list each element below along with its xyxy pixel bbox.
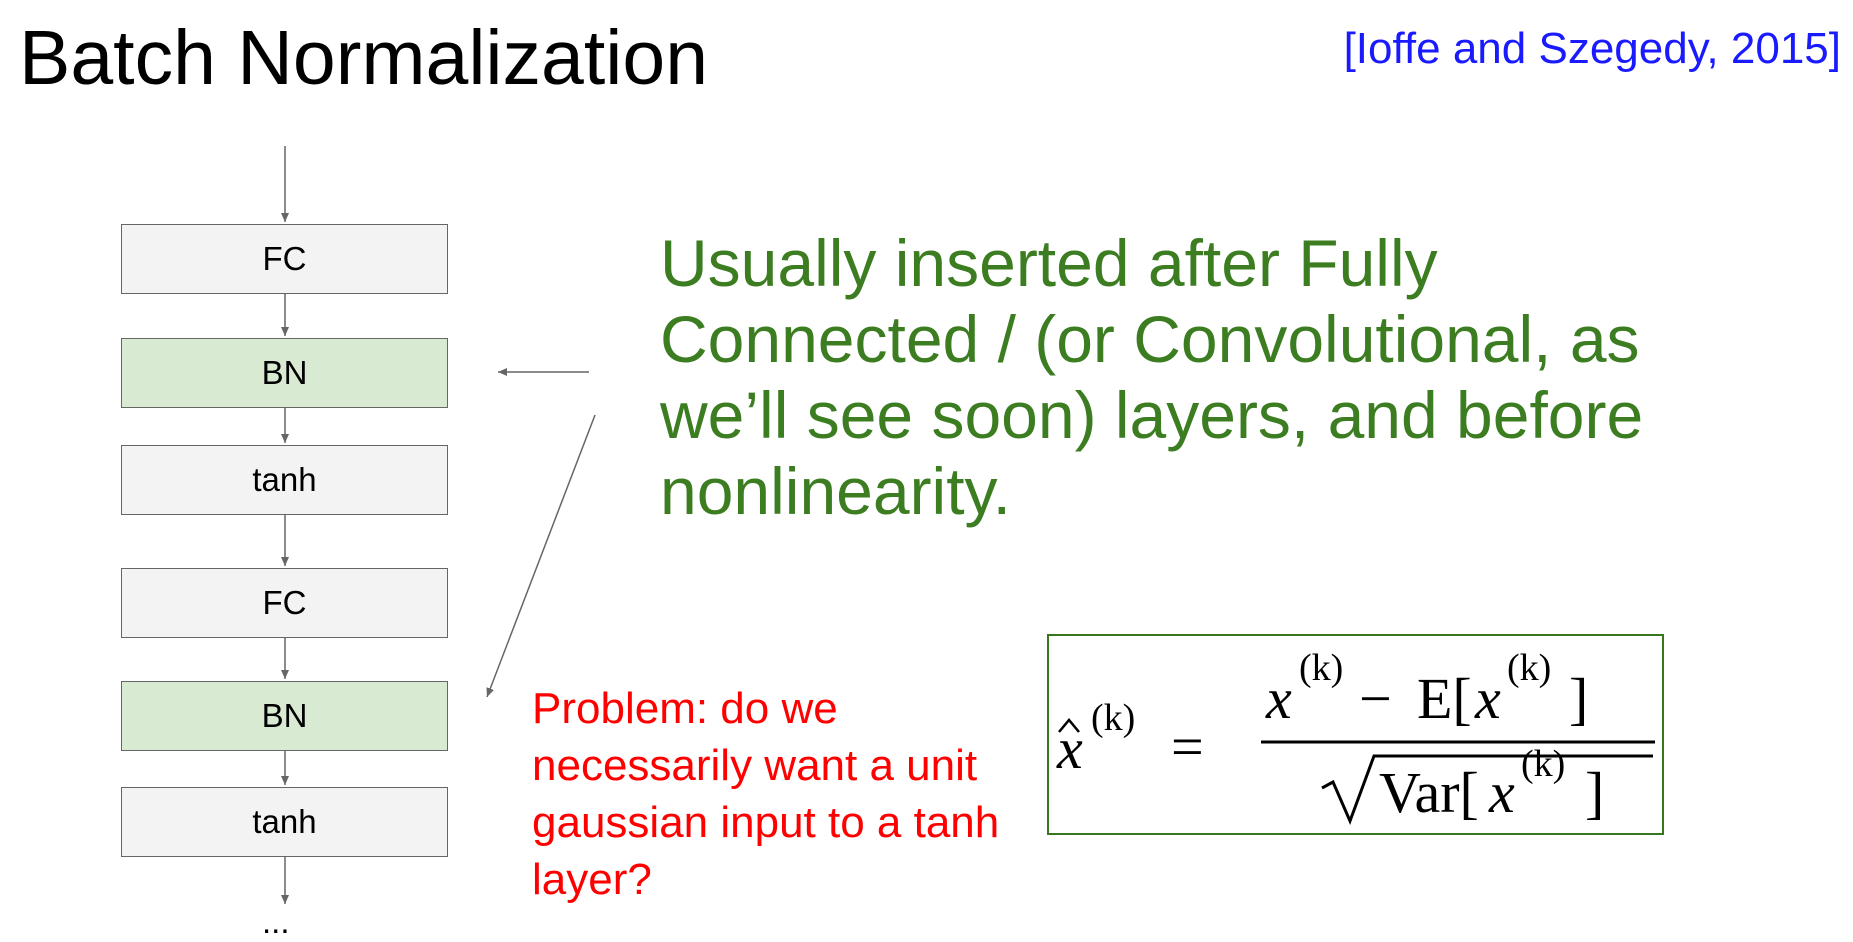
normalization-formula: x (k) = x (k) − E[ x (k) ] Var[ x (k)] [1047, 634, 1664, 835]
formula-lhs: x (k) [1056, 697, 1135, 781]
variance-superscript: (k) [1521, 743, 1565, 785]
pointer-arrow-bn-2 [486, 414, 596, 698]
layer-bn-1: BN [121, 338, 448, 408]
expectation-close: ] [1569, 666, 1588, 731]
layer-fc-1: FC [121, 224, 448, 294]
expectation-superscript: (k) [1507, 647, 1551, 689]
expectation-operator: E[ [1417, 666, 1472, 731]
slide: Batch Normalization [Ioffe and Szegedy, … [0, 0, 1853, 942]
layer-tanh-1: tanh [121, 445, 448, 515]
numerator-superscript: (k) [1299, 647, 1343, 689]
lhs-variable: x [1056, 716, 1083, 781]
continuation-ellipsis: ... [262, 903, 290, 940]
variance-close: ] [1585, 760, 1604, 825]
layer-fc-2: FC [121, 568, 448, 638]
numerator-variable: x [1265, 666, 1292, 731]
formula-numerator: x (k) − E[ x (k) ] [1265, 647, 1588, 731]
expectation-variable: x [1474, 666, 1501, 731]
formula-svg: x (k) = x (k) − E[ x (k) ] Var[ x (k)] [1056, 647, 1655, 826]
minus-sign: − [1359, 666, 1392, 731]
placement-note: Usually inserted after Fully Connected /… [660, 226, 1644, 528]
equals-sign: = [1171, 714, 1204, 779]
layer-bn-2: BN [121, 681, 448, 751]
variance-variable: x [1488, 760, 1515, 825]
variance-operator: Var[ [1379, 760, 1479, 825]
problem-question: Problem: do we necessarily want a unit g… [532, 684, 1000, 904]
formula-denominator: Var[ x (k) ] [1321, 743, 1653, 826]
lhs-superscript: (k) [1091, 697, 1135, 739]
layer-tanh-2: tanh [121, 787, 448, 857]
